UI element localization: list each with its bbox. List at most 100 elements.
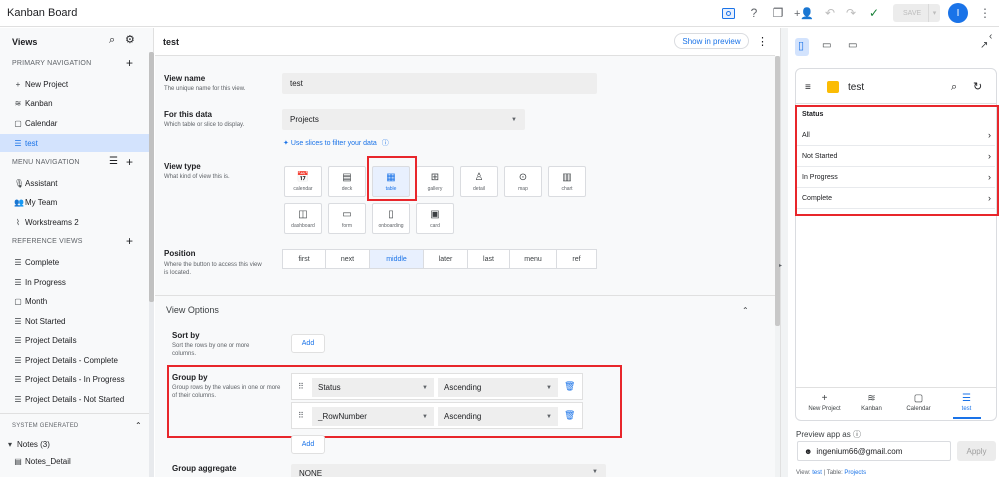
chevron-up-icon[interactable]: ⌃ xyxy=(135,421,142,430)
sidebar-item-new-project[interactable]: + New Project xyxy=(14,80,68,89)
sidebar-scrollbar[interactable] xyxy=(149,52,154,477)
list-icon: ☰ xyxy=(14,395,22,404)
preview-icon[interactable] xyxy=(720,5,736,21)
tab-new-project[interactable]: + New Project xyxy=(802,393,847,412)
view-type-detail[interactable]: ♙ detail xyxy=(460,166,498,197)
gallery-icon: ⊞ xyxy=(430,171,440,183)
view-type-card[interactable]: ▣ card xyxy=(416,203,454,234)
tab-test[interactable]: ☰ test xyxy=(944,393,989,412)
sidebar-item-label: In Progress xyxy=(25,278,66,287)
tab-calendar[interactable]: ▢ Calendar xyxy=(896,393,941,412)
sidebar-item-complete[interactable]: ☰ Complete xyxy=(14,258,59,267)
sidebar-item-project-details[interactable]: ☰ Project Details xyxy=(14,336,76,345)
menu-add-icon[interactable]: ☰ xyxy=(109,156,118,167)
undo-icon[interactable]: ↶ xyxy=(822,5,838,21)
section-primary-navigation: PRIMARY NAVIGATION xyxy=(12,60,92,67)
collapse-arrow-icon[interactable]: ▸ xyxy=(779,262,782,269)
view-type-form[interactable]: ▭ form xyxy=(328,203,366,234)
slices-link[interactable]: ✦ Use slices to filter your data ⓘ xyxy=(283,138,389,148)
gear-icon[interactable]: ⚙ xyxy=(125,33,135,46)
sidebar-item-kanban[interactable]: ≋ Kanban xyxy=(14,99,53,108)
desktop-icon[interactable]: ▭ xyxy=(848,40,857,51)
view-type-gallery[interactable]: ⊞ gallery xyxy=(416,166,454,197)
check-icon[interactable]: ✓ xyxy=(866,5,882,21)
sidebar-item-project-details-in-progress[interactable]: ☰ Project Details - In Progress xyxy=(14,375,124,384)
sidebar-item-label: Complete xyxy=(25,258,60,267)
position-next[interactable]: next xyxy=(325,249,370,269)
search-icon[interactable]: ⌕ xyxy=(951,81,957,94)
sidebar-scroll-thumb[interactable] xyxy=(149,52,154,302)
save-button[interactable]: SAVE ▾ xyxy=(893,4,940,22)
sidebar-item-assistant[interactable]: 🎙 Assistant xyxy=(14,179,57,188)
chart-icon: ▥ xyxy=(562,171,572,183)
sidebar-item-project-details-complete[interactable]: ☰ Project Details - Complete xyxy=(14,356,118,365)
slices-link-label: Use slices to filter your data xyxy=(290,140,377,147)
position-later[interactable]: later xyxy=(423,249,468,269)
add-primary-icon[interactable]: + xyxy=(126,56,133,70)
view-type-dashboard[interactable]: ◫ dashboard xyxy=(284,203,322,234)
refresh-icon[interactable]: ↻ xyxy=(973,80,982,93)
view-type-chart[interactable]: ▥ chart xyxy=(548,166,586,197)
position-first[interactable]: first xyxy=(282,249,326,269)
sidebar-item-month[interactable]: ▢ Month xyxy=(14,297,47,306)
plus-icon: + xyxy=(821,393,828,404)
copy-icon[interactable]: ❐ xyxy=(770,5,786,21)
position-ref[interactable]: ref xyxy=(556,249,597,269)
avatar[interactable]: I xyxy=(948,3,968,23)
help-icon[interactable]: ? xyxy=(746,5,762,21)
onboarding-icon: ▯ xyxy=(388,208,394,220)
view-type-map[interactable]: ⊙ map xyxy=(504,166,542,197)
sidebar-item-calendar[interactable]: ▢ Calendar xyxy=(14,119,57,128)
position-last[interactable]: last xyxy=(467,249,510,269)
position-middle[interactable]: middle xyxy=(369,249,424,269)
show-in-preview-button[interactable]: Show in preview xyxy=(674,33,749,49)
sidebar-item-not-started[interactable]: ☰ Not Started xyxy=(14,317,65,326)
layers-icon: ≋ xyxy=(14,99,22,108)
tablet-icon[interactable]: ▭ xyxy=(822,40,831,51)
sort-add-button[interactable]: Add xyxy=(291,334,325,353)
sidebar-item-label: Assistant xyxy=(25,179,58,188)
chevron-left-icon[interactable]: ‹ xyxy=(989,31,992,42)
share-user-icon[interactable]: +👤 xyxy=(794,5,814,21)
tab-label: Kanban xyxy=(861,406,882,412)
sidebar-item-test[interactable]: ☰ test xyxy=(14,139,38,148)
section-system-generated: SYSTEM GENERATED xyxy=(12,423,79,429)
panel-divider[interactable] xyxy=(780,28,788,477)
view-type-onboarding[interactable]: ▯ onboarding xyxy=(372,203,410,234)
add-reference-icon[interactable]: + xyxy=(126,234,133,248)
preview-email-input[interactable]: ☻ ingenium66@gmail.com xyxy=(797,441,951,461)
chevron-up-icon[interactable]: ⌃ xyxy=(742,306,749,315)
sidebar-item-notes-detail[interactable]: ▤ Notes_Detail xyxy=(14,457,71,466)
apply-button[interactable]: Apply xyxy=(957,441,996,461)
list-icon: ☰ xyxy=(14,139,22,148)
sidebar-item-my-team[interactable]: 👥 My Team xyxy=(14,198,57,207)
view-name-input[interactable]: test xyxy=(282,73,597,94)
more-vert-icon[interactable]: ⋮ xyxy=(977,5,993,21)
view-type-deck[interactable]: ▤ deck xyxy=(328,166,366,197)
divider xyxy=(155,295,775,296)
search-icon[interactable]: ⌕ xyxy=(109,34,115,47)
redo-icon[interactable]: ↷ xyxy=(843,5,859,21)
sidebar-item-project-details-not-started[interactable]: ☰ Project Details - Not Started xyxy=(14,395,124,404)
menu-icon[interactable]: ≡ xyxy=(805,82,811,93)
group-add-button[interactable]: Add xyxy=(291,435,325,454)
footer-table-link[interactable]: Projects xyxy=(844,470,866,476)
open-new-icon[interactable]: ↗ xyxy=(980,40,988,51)
list-icon: ☰ xyxy=(14,356,22,365)
more-vert-icon[interactable]: ⋮ xyxy=(757,35,768,48)
sidebar-item-in-progress[interactable]: ☰ In Progress xyxy=(14,278,66,287)
chevron-down-icon[interactable]: ▾ xyxy=(928,4,940,22)
view-type-calendar[interactable]: 📅 calendar xyxy=(284,166,322,197)
for-data-select[interactable]: Projects ▼ xyxy=(282,109,525,130)
sidebar-divider xyxy=(0,413,149,414)
tab-kanban[interactable]: ≋ Kanban xyxy=(849,393,894,412)
sidebar-item-workstreams-2[interactable]: ⌇ Workstreams 2 xyxy=(14,218,79,227)
position-menu[interactable]: menu xyxy=(509,249,557,269)
add-menu-icon[interactable]: + xyxy=(126,155,133,169)
sidebar-group-notes[interactable]: ▾ Notes (3) xyxy=(6,440,50,449)
caret-down-icon: ▾ xyxy=(7,440,12,449)
sidebar-item-label: test xyxy=(25,139,38,148)
phone-icon[interactable]: ▯ xyxy=(798,39,804,52)
footer-view-link[interactable]: test xyxy=(812,470,822,476)
group-aggregate-select[interactable]: NONE ▼ xyxy=(291,464,606,477)
